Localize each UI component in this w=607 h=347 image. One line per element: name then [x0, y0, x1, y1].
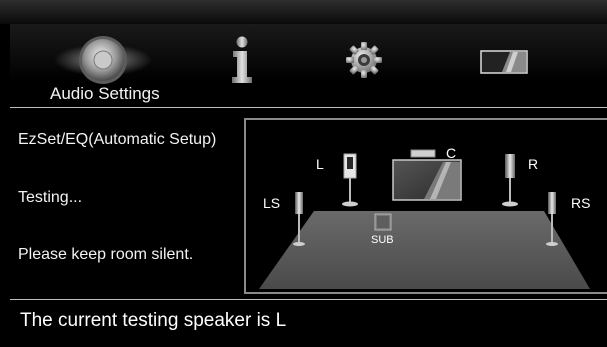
menu-item-label: Audio Settings	[50, 84, 160, 103]
left-surround-speaker-icon	[293, 192, 305, 246]
setup-title: EzSet/EQ(Automatic Setup)	[18, 131, 217, 148]
menu-item-display[interactable]	[480, 50, 530, 76]
right-surround-speaker-icon	[546, 192, 558, 246]
gear-icon	[346, 42, 382, 78]
speaker-label-left-surround: LS	[263, 195, 281, 211]
room-floor	[259, 211, 590, 289]
menu-item-audio-settings[interactable]: Audio Settings	[40, 26, 180, 106]
tv-screen-icon	[480, 50, 528, 74]
menu-divider	[10, 107, 607, 108]
status-message: The current testing speaker is L	[20, 310, 287, 331]
speaker-icon	[54, 36, 152, 84]
top-bar	[0, 0, 607, 24]
menu-item-settings[interactable]	[344, 40, 384, 80]
setup-instruction: Please keep room silent.	[18, 246, 194, 263]
speaker-label-right: R	[528, 156, 539, 172]
info-icon	[232, 36, 252, 83]
subwoofer-icon	[374, 213, 392, 231]
speaker-label-center: C	[446, 145, 457, 161]
speaker-label-subwoofer: SUB	[371, 234, 394, 246]
menu-item-info[interactable]	[222, 36, 262, 86]
speaker-label-left: L	[316, 156, 324, 172]
right-speaker-icon	[502, 154, 518, 207]
speaker-label-right-surround: RS	[571, 195, 591, 211]
left-speaker-icon	[342, 153, 358, 207]
setup-progress: Testing...	[18, 189, 83, 206]
